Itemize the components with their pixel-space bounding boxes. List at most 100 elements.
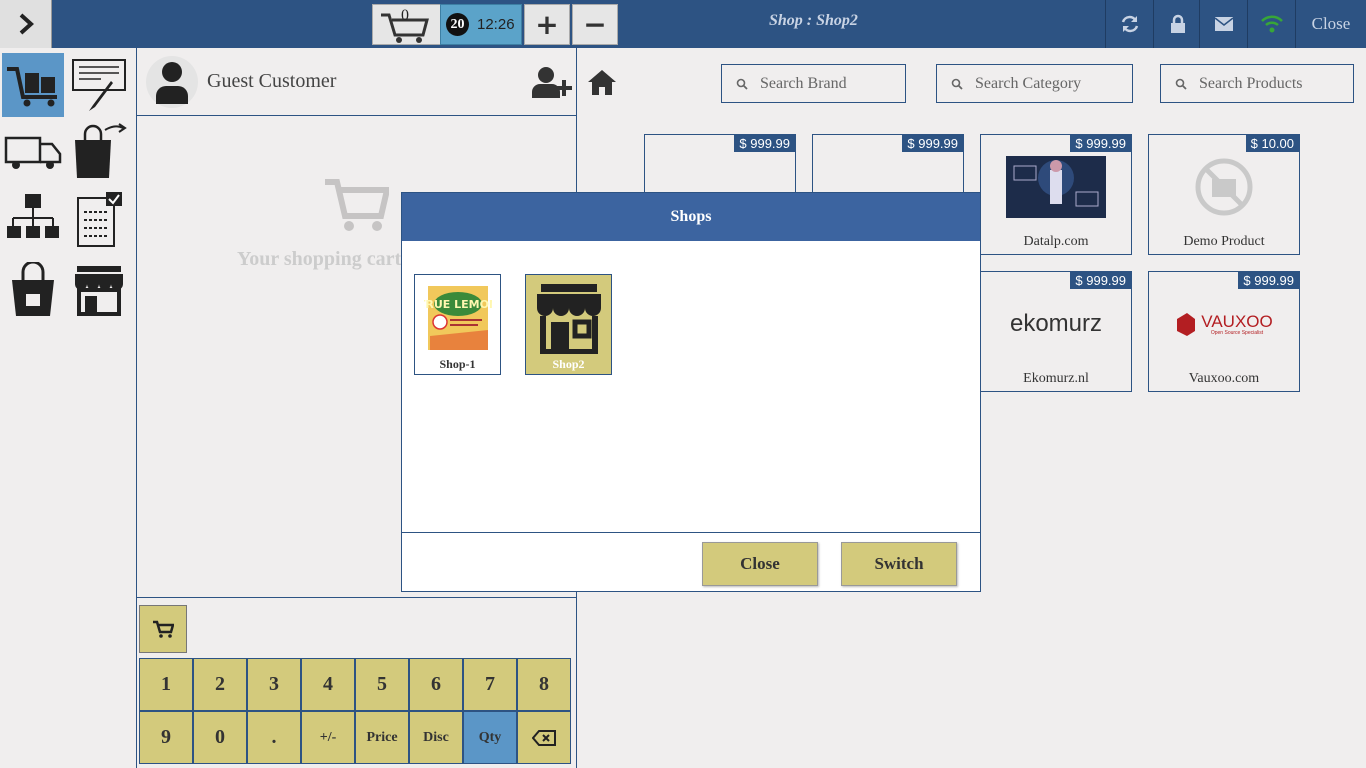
numpad-key-3[interactable]: 3 xyxy=(247,658,301,711)
home-icon xyxy=(588,70,616,95)
shops-dialog-title: Shops xyxy=(402,193,980,241)
product-card[interactable]: $ 999.99 ekomurz Ekomurz.nl xyxy=(980,271,1132,392)
numpad: 1 2 3 4 5 6 7 8 9 0 . +/- Price Disc Qty xyxy=(139,658,571,764)
numpad-mode-price[interactable]: Price xyxy=(355,711,409,764)
shop-tile-label: Shop-1 xyxy=(439,357,476,371)
search-icon xyxy=(951,78,963,90)
svg-text:TRUE LEMON: TRUE LEMON xyxy=(424,298,492,311)
customer-avatar[interactable] xyxy=(146,56,198,108)
product-card[interactable]: $ 999.99 VAUXOO Open Source Specialist V… xyxy=(1148,271,1300,392)
lock-button[interactable] xyxy=(1153,0,1201,48)
numpad-mode-quantity[interactable]: Qty xyxy=(463,711,517,764)
backspace-icon xyxy=(532,729,556,746)
top-bar: 0 20 12:26 + − Shop : Shop2 Close xyxy=(0,0,1366,48)
product-logo: ekomurz xyxy=(1009,310,1103,337)
checklist-button[interactable] xyxy=(68,188,130,252)
search-products-input[interactable]: Search Products xyxy=(1160,64,1354,103)
customer-row: Guest Customer xyxy=(137,48,577,116)
numpad-key-5[interactable]: 5 xyxy=(355,658,409,711)
remove-order-button[interactable]: − xyxy=(572,4,618,45)
order-time: 12:26 xyxy=(477,16,515,33)
shops-dialog: Shops TRUE LEMON Shop-1 Shop2 xyxy=(401,192,981,592)
cart-icon xyxy=(153,620,174,638)
cart-gift-icon xyxy=(7,67,57,107)
product-image xyxy=(981,155,1131,219)
home-button[interactable] xyxy=(586,68,618,101)
product-price: $ 999.99 xyxy=(1070,272,1131,289)
sign-document-button[interactable] xyxy=(68,53,130,117)
search-icon xyxy=(736,78,748,90)
shop-bag-button[interactable] xyxy=(2,258,64,322)
numpad-area: 1 2 3 4 5 6 7 8 9 0 . +/- Price Disc Qty xyxy=(137,597,577,768)
numpad-key-1[interactable]: 1 xyxy=(139,658,193,711)
numpad-mode-discount[interactable]: Disc xyxy=(409,711,463,764)
numpad-key-6[interactable]: 6 xyxy=(409,658,463,711)
chevron-right-icon xyxy=(19,13,34,35)
hierarchy-button[interactable] xyxy=(2,188,64,252)
search-category-placeholder: Search Category xyxy=(975,74,1082,92)
add-order-button[interactable]: + xyxy=(524,4,570,45)
add-customer-button[interactable] xyxy=(532,66,572,103)
close-pos-button[interactable]: Close xyxy=(1295,0,1366,48)
product-price: $ 999.99 xyxy=(1070,135,1131,152)
product-price: $ 999.99 xyxy=(734,135,795,152)
shopping-bag-icon xyxy=(75,123,127,178)
shop-title: Shop : Shop2 xyxy=(769,12,858,29)
product-name: Ekomurz.nl xyxy=(1023,371,1089,386)
lock-bag-icon xyxy=(12,262,54,316)
sales-menu-button[interactable] xyxy=(2,53,64,117)
numpad-key-0[interactable]: 0 xyxy=(193,711,247,764)
product-name: Datalp.com xyxy=(1023,234,1089,249)
connection-status[interactable] xyxy=(1247,0,1295,48)
numpad-key-7[interactable]: 7 xyxy=(463,658,517,711)
store-icon xyxy=(75,266,123,316)
wifi-icon xyxy=(1260,15,1283,33)
numpad-key-sign[interactable]: +/- xyxy=(301,711,355,764)
search-icon xyxy=(1175,78,1187,90)
numpad-key-9[interactable]: 9 xyxy=(139,711,193,764)
truck-icon xyxy=(4,136,62,169)
product-name: Demo Product xyxy=(1183,234,1265,249)
search-brand-placeholder: Search Brand xyxy=(760,74,847,92)
delivery-button[interactable] xyxy=(2,120,64,184)
mail-icon xyxy=(1214,17,1233,31)
refresh-icon xyxy=(1121,15,1138,33)
search-brand-input[interactable]: Search Brand xyxy=(721,64,906,103)
product-price: $ 999.99 xyxy=(902,135,963,152)
switch-shop-button[interactable] xyxy=(68,258,130,322)
user-icon xyxy=(156,62,188,104)
search-category-input[interactable]: Search Category xyxy=(936,64,1133,103)
cart-view-button[interactable] xyxy=(139,605,187,653)
search-products-placeholder: Search Products xyxy=(1199,74,1303,92)
checklist-icon xyxy=(77,192,122,247)
close-button[interactable]: Close xyxy=(702,542,818,586)
shop-tile-shop-1[interactable]: TRUE LEMON Shop-1 xyxy=(414,274,501,375)
document-sign-icon xyxy=(72,59,126,111)
order-number: 20 xyxy=(446,13,469,36)
product-price: $ 999.99 xyxy=(1238,272,1299,289)
shop-tile-shop2[interactable]: Shop2 xyxy=(525,274,612,375)
left-menu-panel xyxy=(0,48,137,768)
numpad-key-decimal[interactable]: . xyxy=(247,711,301,764)
lock-icon xyxy=(1170,14,1185,33)
product-card[interactable]: $ 999.99 Datalp.com xyxy=(980,134,1132,255)
product-card[interactable]: $ 10.00 Demo Product xyxy=(1148,134,1300,255)
shop-tile-label: Shop2 xyxy=(552,357,585,371)
switch-button[interactable]: Switch xyxy=(841,542,957,586)
numpad-key-2[interactable]: 2 xyxy=(193,658,247,711)
shops-dialog-footer: Close Switch xyxy=(402,532,980,592)
numpad-key-8[interactable]: 8 xyxy=(517,658,571,711)
order-chip[interactable]: 20 12:26 xyxy=(440,4,522,45)
shop-1-image: TRUE LEMON xyxy=(419,279,496,356)
product-name: Vauxoo.com xyxy=(1188,371,1260,386)
mail-button[interactable] xyxy=(1199,0,1247,48)
customer-name[interactable]: Guest Customer xyxy=(207,70,336,93)
refresh-button[interactable] xyxy=(1105,0,1153,48)
toggle-sidebar-button[interactable] xyxy=(0,0,52,48)
product-logo: VAUXOO Open Source Specialist xyxy=(1149,292,1299,356)
numpad-backspace[interactable] xyxy=(517,711,571,764)
numpad-key-4[interactable]: 4 xyxy=(301,658,355,711)
take-away-button[interactable] xyxy=(68,120,130,184)
no-image-icon xyxy=(1149,155,1299,219)
empty-cart-text: Your shopping cart xyxy=(237,248,402,270)
